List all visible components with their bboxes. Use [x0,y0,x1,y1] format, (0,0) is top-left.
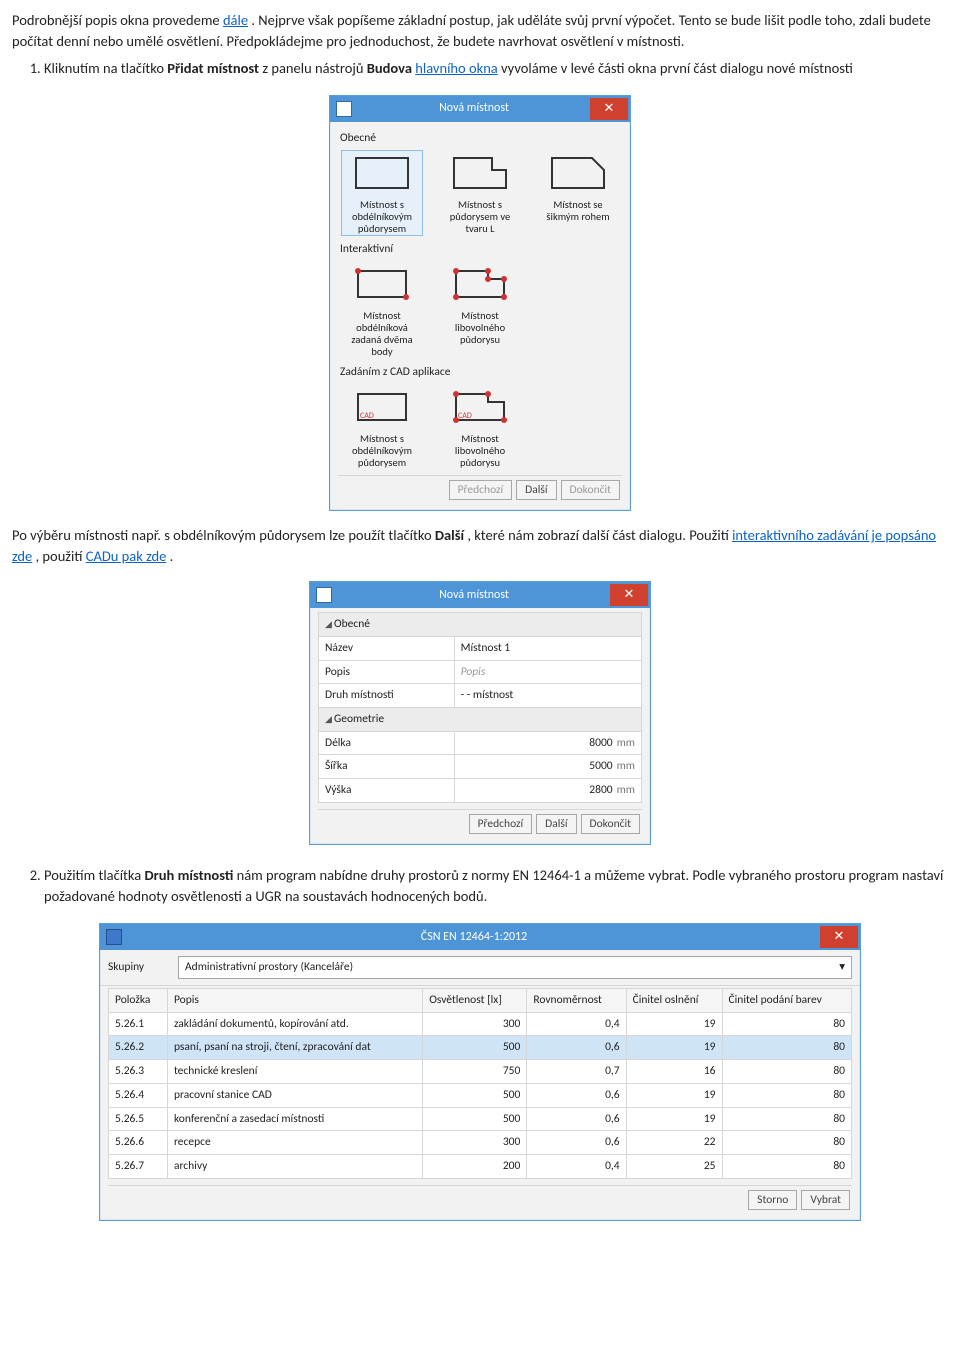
col-ugr[interactable]: Činitel oslnění [626,989,722,1013]
step2-button-name: Druh místnosti [144,866,233,884]
dialog-standard-rooms: ČSN EN 12464-1:2012 ✕ Skupiny Administra… [99,923,861,1221]
prop-height-value[interactable]: 2800mm [454,779,641,803]
prop-height-label: Výška [319,779,455,803]
table-row[interactable]: 5.26.2psaní, psaní na stroji, čtení, zpr… [109,1036,852,1060]
dlg3-select-button[interactable]: Vybrat [801,1190,850,1211]
intro-paragraph: Podrobnější popis okna provedeme dále . … [12,10,948,52]
shape-interactive-rect[interactable]: Místnost obdélníková zadaná dvěma body [342,262,422,358]
dlg2-finish-button[interactable]: Dokončit [581,814,640,835]
dialog3-title: ČSN EN 12464-1:2012 [128,929,820,946]
col-id[interactable]: Položka [109,989,168,1013]
svg-text:CAD: CAD [360,411,374,421]
step1-panel-name: Budova [367,59,412,77]
link-cad-input[interactable]: CADu pak zde [86,547,167,565]
prop-kind-value[interactable]: - - místnost [454,684,641,708]
step1-button-name: Přidat místnost [167,59,259,77]
shape-cad-any[interactable]: CAD Místnost libovolného půdorysu [440,385,520,469]
dlg2-prev-button[interactable]: Předchozí [469,814,533,835]
prop-length-value[interactable]: 8000mm [454,731,641,755]
section-general: Obecné [340,130,622,147]
col-ra[interactable]: Činitel podání barev [722,989,852,1013]
shape-rectangle[interactable]: Místnost s obdélníkovým půdorysem [342,151,422,235]
section-interactive: Interaktivní [340,241,622,258]
shape-interactive-any[interactable]: Místnost libovolného půdorysu [440,262,520,358]
svg-text:CAD: CAD [458,411,472,421]
mid-button-dalsi: Další [435,526,464,544]
dialog-new-room-shapes: Nová místnost ✕ Obecné Místnost s obdéln… [329,95,631,511]
table-row[interactable]: 5.26.7archivy2000,42580 [109,1154,852,1178]
table-row[interactable]: 5.26.4pracovní stanice CAD5000,61980 [109,1083,852,1107]
prop-desc-value[interactable]: Popis [454,660,641,684]
intro-link-dale[interactable]: dále [223,11,248,29]
col-desc[interactable]: Popis [167,989,422,1013]
close-icon[interactable]: ✕ [820,926,858,948]
prop-width-value[interactable]: 5000mm [454,755,641,779]
dialog2-title: Nová místnost [338,587,610,604]
prop-name-value[interactable]: Místnost 1 [454,637,641,661]
prop-name-label: Název [319,637,455,661]
shape-cad-rect[interactable]: CAD Místnost s obdélníkovým půdorysem [342,385,422,469]
step-2: Použitím tlačítka Druh místnosti nám pro… [44,865,948,907]
prop-desc-label: Popis [319,660,455,684]
dialog1-title: Nová místnost [358,100,590,117]
dlg3-cancel-button[interactable]: Storno [748,1190,797,1211]
intro-text-a: Podrobnější popis okna provedeme [12,11,223,29]
chevron-down-icon: ▾ [839,959,845,976]
dlg1-finish-button[interactable]: Dokončit [561,480,620,501]
close-icon[interactable]: ✕ [610,584,648,606]
section-cad: Zadáním z CAD aplikace [340,364,622,381]
col-lx[interactable]: Osvětlenost [lx] [423,989,527,1013]
table-row[interactable]: 5.26.1zakládání dokumentů, kopírování at… [109,1012,852,1036]
col-rov[interactable]: Rovnoměrnost [527,989,626,1013]
group-general[interactable]: Obecné [319,613,642,637]
app-icon [316,587,332,603]
dialog-new-room-props: Nová místnost ✕ Obecné Název Místnost 1 … [309,581,651,845]
app-icon [336,101,352,117]
dlg2-next-button[interactable]: Další [536,814,576,835]
step1-link-main-window[interactable]: hlavního okna [415,59,498,77]
shape-l[interactable]: Místnost s půdorysem ve tvaru L [440,151,520,235]
dlg1-prev-button[interactable]: Předchozí [449,480,513,501]
group-select[interactable]: Administrativní prostory (Kanceláře) ▾ [178,956,852,979]
prop-length-label: Délka [319,731,455,755]
group-label: Skupiny [108,959,168,976]
app-icon [106,929,122,945]
shape-slanted-corner[interactable]: Místnost se šikmým rohem [538,151,618,235]
prop-width-label: Šířka [319,755,455,779]
mid-paragraph: Po výběru místnosti např. s obdélníkovým… [12,525,948,567]
dlg1-next-button[interactable]: Další [516,480,556,501]
close-icon[interactable]: ✕ [590,98,628,120]
table-row[interactable]: 5.26.5konferenční a zasedací místnosti50… [109,1107,852,1131]
prop-kind-label: Druh místnosti [319,684,455,708]
group-geometry[interactable]: Geometrie [319,708,642,732]
table-row[interactable]: 5.26.6recepce3000,62280 [109,1131,852,1155]
standards-table: Položka Popis Osvětlenost [lx] Rovnoměrn… [108,988,852,1178]
step-1: Kliknutím na tlačítko Přidat místnost z … [44,58,948,79]
table-row[interactable]: 5.26.3technické kreslení7500,71680 [109,1060,852,1084]
